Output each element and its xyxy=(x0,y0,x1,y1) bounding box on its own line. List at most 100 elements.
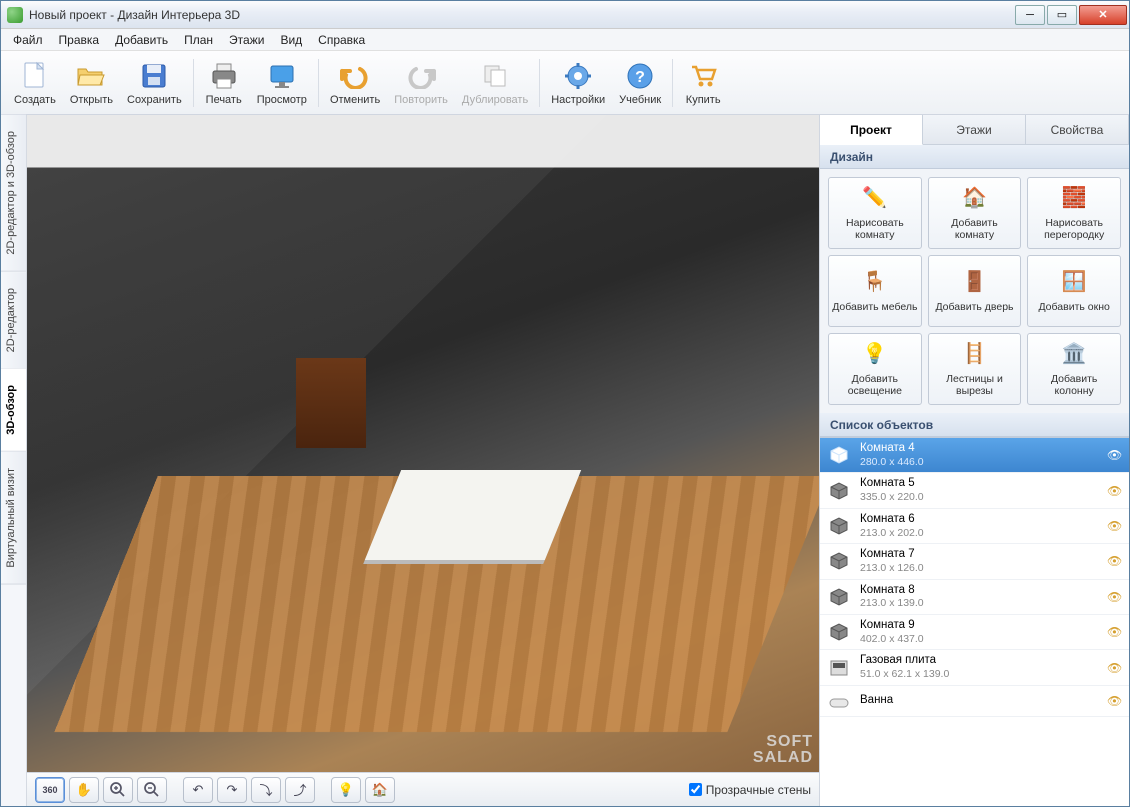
close-button[interactable]: ✕ xyxy=(1079,5,1127,25)
object-list[interactable]: Комната 4280.0 x 446.0👁Комната 5335.0 x … xyxy=(820,437,1129,806)
btn-add-column[interactable]: 🏛️Добавить колонну xyxy=(1027,333,1121,405)
viewport-column: SOFT SALAD 360 ✋ ↶ ↷ ⤵ ⤴ 💡 🏠 xyxy=(27,115,819,806)
menu-help[interactable]: Справка xyxy=(310,31,373,49)
rtab-floors[interactable]: Этажи xyxy=(923,115,1026,144)
vtab-2d[interactable]: 2D-редактор xyxy=(1,272,26,369)
object-row[interactable]: Газовая плита51.0 x 62.1 x 139.0 👁 xyxy=(820,650,1129,685)
minimize-button[interactable]: ─ xyxy=(1015,5,1045,25)
object-row[interactable]: Комната 8213.0 x 139.0👁 xyxy=(820,580,1129,615)
tb-undo[interactable]: Отменить xyxy=(323,57,387,109)
btn-draw-room[interactable]: ✏️Нарисовать комнату xyxy=(828,177,922,249)
cart-icon xyxy=(687,60,719,92)
vb-tilt-up[interactable]: ⤴ xyxy=(285,777,315,803)
3d-viewport[interactable]: SOFT SALAD xyxy=(27,115,819,772)
bed-render xyxy=(365,470,581,560)
tb-create[interactable]: Создать xyxy=(7,57,63,109)
vtab-virtual[interactable]: Виртуальный визит xyxy=(1,452,26,585)
object-text: Комната 6213.0 x 202.0 xyxy=(860,513,1099,539)
object-row[interactable]: Комната 9402.0 x 437.0 👁 xyxy=(820,615,1129,650)
object-name: Комната 6 xyxy=(860,513,1099,527)
separator xyxy=(539,59,540,107)
object-text: Газовая плита51.0 x 62.1 x 139.0 xyxy=(860,654,1099,680)
object-name: Комната 8 xyxy=(860,584,1099,598)
menu-view[interactable]: Вид xyxy=(272,31,310,49)
visibility-eye-icon[interactable]: 👁 xyxy=(1107,519,1121,533)
maximize-button[interactable]: ▭ xyxy=(1047,5,1077,25)
object-dimensions: 402.0 x 437.0 xyxy=(860,633,1099,646)
tb-print[interactable]: Печать xyxy=(198,57,250,109)
vtab-3d[interactable]: 3D-обзор xyxy=(1,369,26,452)
undo-icon xyxy=(339,60,371,92)
design-section-header: Дизайн xyxy=(820,145,1129,169)
vb-lighting[interactable]: 💡 xyxy=(331,777,361,803)
menu-file[interactable]: Файл xyxy=(5,31,51,49)
box-icon xyxy=(826,621,852,643)
transparent-walls-checkbox[interactable]: Прозрачные стены xyxy=(689,783,811,797)
watermark: SOFT SALAD xyxy=(753,734,813,766)
vb-rotate-left[interactable]: ↶ xyxy=(183,777,213,803)
object-row[interactable]: Комната 6213.0 x 202.0 👁 xyxy=(820,509,1129,544)
visibility-eye-icon[interactable]: 👁 xyxy=(1107,661,1121,675)
dresser-render xyxy=(296,358,366,448)
object-row[interactable]: Ванна 👁 xyxy=(820,686,1129,717)
box-icon xyxy=(826,444,852,466)
rtab-properties[interactable]: Свойства xyxy=(1026,115,1129,144)
menu-floors[interactable]: Этажи xyxy=(221,31,272,49)
object-name: Ванна xyxy=(860,694,1099,708)
tb-buy[interactable]: Купить xyxy=(677,57,729,109)
vb-rotate-right[interactable]: ↷ xyxy=(217,777,247,803)
vb-360[interactable]: 360 xyxy=(35,777,65,803)
app-icon xyxy=(7,7,23,23)
save-icon xyxy=(138,60,170,92)
visibility-eye-icon[interactable]: 👁 xyxy=(1107,694,1121,708)
vtab-2d3d[interactable]: 2D-редактор и 3D-обзор xyxy=(1,115,26,272)
btn-add-window[interactable]: 🪟Добавить окно xyxy=(1027,255,1121,327)
tb-save[interactable]: Сохранить xyxy=(120,57,189,109)
vb-zoom-out[interactable] xyxy=(137,777,167,803)
object-row[interactable]: Комната 7213.0 x 126.0 👁 xyxy=(820,544,1129,579)
menu-edit[interactable]: Правка xyxy=(51,31,108,49)
box-icon xyxy=(826,515,852,537)
visibility-eye-icon[interactable]: 👁 xyxy=(1107,590,1121,604)
tb-tutorial[interactable]: ? Учебник xyxy=(612,57,668,109)
help-icon: ? xyxy=(624,60,656,92)
tb-preview[interactable]: Просмотр xyxy=(250,57,314,109)
tb-redo: Повторить xyxy=(387,57,455,109)
add-room-icon: 🏠 xyxy=(960,185,988,213)
btn-add-door[interactable]: 🚪Добавить дверь xyxy=(928,255,1022,327)
btn-stairs[interactable]: 🪜Лестницы и вырезы xyxy=(928,333,1022,405)
vb-zoom-in[interactable] xyxy=(103,777,133,803)
separator xyxy=(193,59,194,107)
separator xyxy=(672,59,673,107)
object-text: Комната 4280.0 x 446.0 xyxy=(860,442,1099,468)
tb-open[interactable]: Открыть xyxy=(63,57,120,109)
object-row[interactable]: Комната 4280.0 x 446.0 👁 xyxy=(820,438,1129,473)
vb-tilt-down[interactable]: ⤵ xyxy=(251,777,281,803)
view-toolbar: 360 ✋ ↶ ↷ ⤵ ⤴ 💡 🏠 Прозрачные стены xyxy=(27,772,819,806)
separator xyxy=(318,59,319,107)
menu-plan[interactable]: План xyxy=(176,31,221,49)
visibility-eye-icon[interactable]: 👁 xyxy=(1107,484,1121,498)
object-name: Газовая плита xyxy=(860,654,1099,668)
visibility-eye-icon[interactable]: 👁 xyxy=(1107,448,1121,462)
visibility-eye-icon[interactable]: 👁 xyxy=(1107,554,1121,568)
rtab-project[interactable]: Проект xyxy=(820,115,923,145)
object-row[interactable]: Комната 5335.0 x 220.0👁 xyxy=(820,473,1129,508)
object-text: Комната 7213.0 x 126.0 xyxy=(860,548,1099,574)
svg-text:?: ? xyxy=(635,69,645,86)
btn-add-lighting[interactable]: 💡Добавить освещение xyxy=(828,333,922,405)
menu-add[interactable]: Добавить xyxy=(107,31,176,49)
left-view-tabs: 2D-редактор и 3D-обзор 2D-редактор 3D-об… xyxy=(1,115,27,806)
vb-home[interactable]: 🏠 xyxy=(365,777,395,803)
tb-settings[interactable]: Настройки xyxy=(544,57,612,109)
visibility-eye-icon[interactable]: 👁 xyxy=(1107,625,1121,639)
btn-add-furniture[interactable]: 🪑Добавить мебель xyxy=(828,255,922,327)
object-text: Комната 9402.0 x 437.0 xyxy=(860,619,1099,645)
transparent-walls-input[interactable] xyxy=(689,783,702,796)
box-icon xyxy=(826,480,852,502)
window-icon: 🪟 xyxy=(1060,269,1088,297)
btn-add-room[interactable]: 🏠Добавить комнату xyxy=(928,177,1022,249)
vb-pan[interactable]: ✋ xyxy=(69,777,99,803)
btn-draw-partition[interactable]: 🧱Нарисовать перегородку xyxy=(1027,177,1121,249)
new-file-icon xyxy=(19,60,51,92)
